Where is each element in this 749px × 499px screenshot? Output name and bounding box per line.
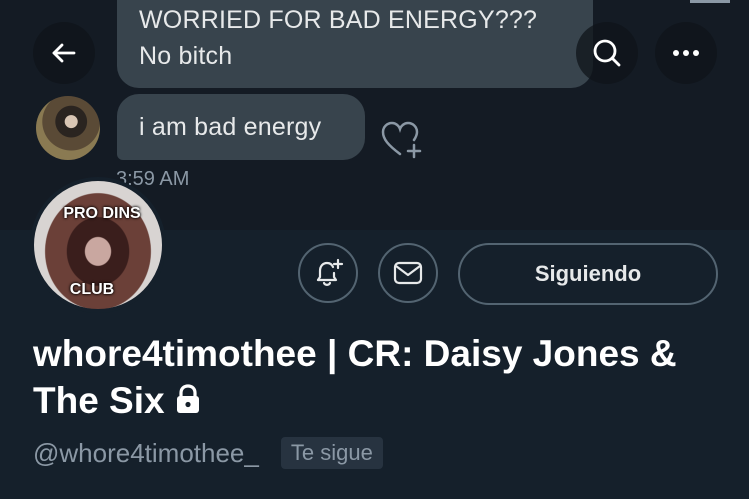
bell-plus-icon	[316, 258, 344, 286]
more-options-button[interactable]	[655, 22, 717, 84]
profile-avatar[interactable]: PRO DINS CLUB	[30, 177, 166, 313]
back-button[interactable]	[33, 22, 95, 84]
display-name-text: whore4timothee | CR: Daisy Jones & The S…	[33, 333, 677, 421]
profile-display-name: whore4timothee | CR: Daisy Jones & The S…	[33, 330, 723, 424]
handle-row: @whore4timothee_ Te sigue	[33, 437, 383, 469]
envelope-icon	[393, 261, 423, 285]
dm-message-bubble-2: i am bad energy	[117, 94, 365, 160]
notifications-button[interactable]	[298, 243, 358, 303]
dm-message-1-line-2: No bitch	[139, 42, 233, 70]
search-button[interactable]	[576, 22, 638, 84]
following-button-label: Siguiendo	[534, 261, 642, 286]
avatar-text-bottom: CLUB	[69, 281, 115, 298]
dm-message-2-text: i am bad energy	[139, 113, 322, 141]
dm-message-1-line-1: WORRIED FOR BAD ENERGY???	[139, 6, 538, 34]
avatar-text-top: PRO DINS	[63, 205, 141, 222]
following-button[interactable]: Siguiendo	[458, 243, 718, 305]
search-icon	[593, 39, 621, 67]
heart-plus-icon	[381, 121, 422, 159]
follows-you-badge: Te sigue	[280, 437, 383, 469]
profile-handle: @whore4timothee_	[33, 437, 259, 468]
lock-icon	[176, 384, 199, 413]
more-horizontal-icon	[673, 50, 699, 56]
arrow-left-icon	[52, 43, 76, 63]
message-button[interactable]	[378, 243, 438, 303]
banner-edge-line	[690, 0, 730, 3]
dm-sender-avatar	[36, 96, 100, 160]
dm-message-bubble-1: WORRIED FOR BAD ENERGY??? No bitch	[117, 0, 593, 88]
